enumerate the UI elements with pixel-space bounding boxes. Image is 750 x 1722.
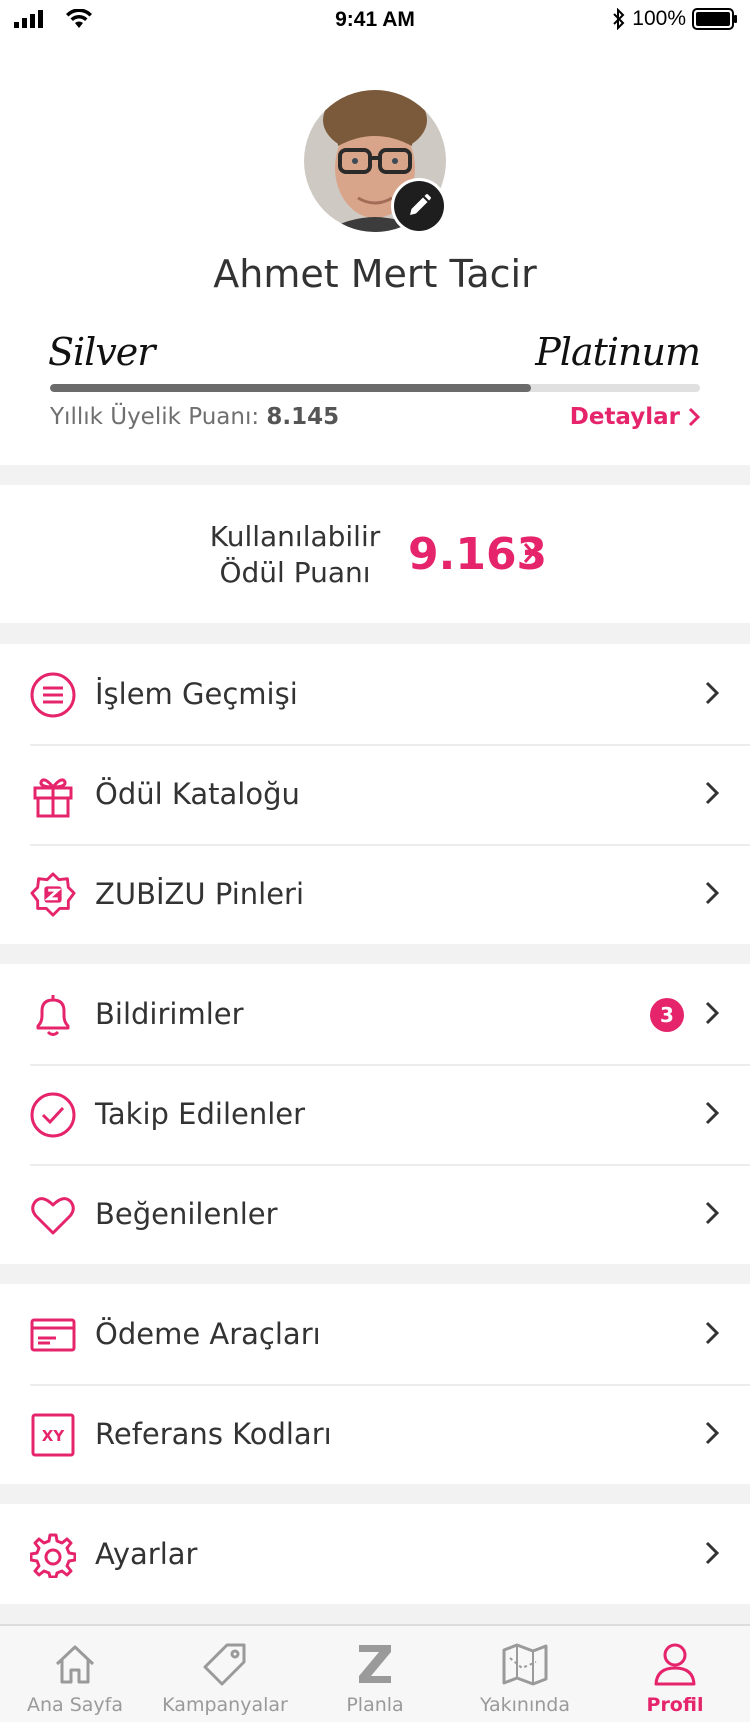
- menu-item-label: Ödeme Araçları: [95, 1317, 321, 1351]
- tab-yakininda[interactable]: Yakınında: [450, 1626, 600, 1722]
- reward-points-card[interactable]: Kullanılabilir Ödül Puanı 9.163: [0, 485, 750, 623]
- tier-progress-fill: [50, 384, 531, 392]
- menu-item-begenilenler[interactable]: Beğenilenler: [0, 1164, 750, 1264]
- tab-label: Kampanyalar: [162, 1694, 288, 1716]
- menu-group-settings: Ayarlar: [0, 1504, 750, 1604]
- tab-label: Planla: [346, 1694, 404, 1716]
- status-bar: 9:41 AM 100%: [0, 0, 750, 40]
- reward-label-line2: Ödül Puanı: [219, 556, 371, 589]
- tab-planla[interactable]: Planla: [300, 1626, 450, 1722]
- menu-item-ayarlar[interactable]: Ayarlar: [0, 1504, 750, 1604]
- menu-item-label: ZUBİZU Pinleri: [95, 877, 305, 911]
- profile-name: Ahmet Mert Tacir: [213, 252, 537, 296]
- menu-item-odeme-araclari[interactable]: Ödeme Araçları: [0, 1284, 750, 1384]
- menu-item-label: Ayarlar: [95, 1537, 198, 1571]
- menu-item-label: İşlem Geçmişi: [95, 677, 298, 711]
- menu-item-takip-edilenler[interactable]: Takip Edilenler: [0, 1064, 750, 1164]
- menu-item-bildirimler[interactable]: Bildirimler 3: [0, 964, 750, 1064]
- chevron-right-icon: [705, 1201, 720, 1225]
- chevron-right-icon: [705, 881, 720, 905]
- membership-points: Yıllık Üyelik Puanı: 8.145: [50, 404, 339, 430]
- tier-progress-bar: [50, 384, 700, 392]
- details-label: Detaylar: [569, 404, 680, 430]
- menu-item-islem-gecmisi[interactable]: İşlem Geçmişi: [0, 644, 750, 744]
- gift-icon: [30, 772, 76, 818]
- details-link[interactable]: Detaylar: [570, 404, 700, 430]
- battery-percent: 100%: [632, 7, 686, 30]
- menu-group-social: Bildirimler 3 Takip Edilenler Beğenilenl…: [0, 964, 750, 1264]
- tab-label: Ana Sayfa: [26, 1694, 123, 1716]
- chevron-right-icon: [688, 407, 700, 427]
- check-circle-icon: [30, 1092, 76, 1138]
- user-icon: [653, 1640, 697, 1688]
- membership-points-label: Yıllık Üyelik Puanı:: [50, 404, 260, 430]
- list-icon: [30, 672, 76, 718]
- chevron-right-icon: [523, 543, 536, 563]
- menu-item-referans-kodlari[interactable]: XY Referans Kodları: [0, 1384, 750, 1484]
- pencil-icon: [410, 194, 431, 215]
- menu-item-label: Bildirimler: [95, 997, 244, 1031]
- xy-code-icon-text: XY: [42, 1427, 66, 1445]
- chevron-right-icon: [705, 781, 720, 805]
- chevron-right-icon: [705, 681, 720, 705]
- tab-label: Yakınında: [480, 1694, 570, 1716]
- menu-item-label: Ödül Kataloğu: [95, 777, 300, 811]
- profile-header: Ahmet Mert Tacir Silver Platinum Yıllık …: [0, 40, 750, 465]
- tab-profil[interactable]: Profil: [600, 1626, 750, 1722]
- bell-icon: [30, 992, 76, 1038]
- tab-bar: Ana Sayfa Kampanyalar Planla Yakınında P…: [0, 1624, 750, 1722]
- card-icon: [30, 1312, 76, 1358]
- tab-label: Profil: [646, 1694, 704, 1716]
- chevron-right-icon: [705, 1421, 720, 1445]
- tab-ana-sayfa[interactable]: Ana Sayfa: [0, 1626, 150, 1722]
- chevron-right-icon: [705, 1541, 720, 1565]
- tag-icon: [203, 1640, 247, 1688]
- chevron-right-icon: [705, 1321, 720, 1345]
- menu-item-label: Referans Kodları: [95, 1417, 332, 1451]
- z-logo-icon: [355, 1640, 395, 1688]
- zubizu-pin-icon: [30, 872, 76, 918]
- chevron-right-icon: [705, 1101, 720, 1125]
- current-tier-label: Silver: [48, 330, 155, 374]
- map-icon: [502, 1640, 548, 1688]
- next-tier-label: Platinum: [535, 330, 701, 374]
- menu-item-odul-katalogu[interactable]: Ödül Kataloğu: [0, 744, 750, 844]
- menu-group-history: İşlem Geçmişi Ödül Kataloğu ZUBİZU Pinle…: [0, 644, 750, 944]
- membership-points-value: 8.145: [266, 404, 340, 430]
- bluetooth-icon: [613, 8, 625, 30]
- battery-icon: [692, 8, 737, 30]
- menu-item-label: Beğenilenler: [95, 1197, 278, 1231]
- edit-avatar-button[interactable]: [391, 178, 447, 234]
- gear-icon: [30, 1532, 76, 1578]
- menu-group-payment: Ödeme Araçları XY Referans Kodları: [0, 1284, 750, 1484]
- notification-count-badge: 3: [650, 998, 684, 1032]
- reward-label-line1: Kullanılabilir: [209, 520, 381, 553]
- heart-icon: [30, 1192, 76, 1238]
- home-icon: [53, 1640, 97, 1688]
- menu-item-zubizu-pinleri[interactable]: ZUBİZU Pinleri: [0, 844, 750, 944]
- tab-kampanyalar[interactable]: Kampanyalar: [150, 1626, 300, 1722]
- xy-code-icon: XY: [30, 1412, 76, 1458]
- chevron-right-icon: [705, 1001, 720, 1025]
- menu-item-label: Takip Edilenler: [95, 1097, 306, 1131]
- reward-points-label: Kullanılabilir Ödül Puanı: [200, 519, 390, 591]
